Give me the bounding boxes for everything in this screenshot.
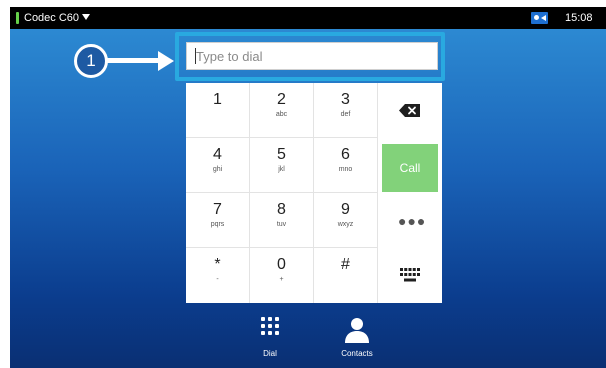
key-3[interactable]: 3 def	[314, 83, 378, 138]
key-2[interactable]: 2 abc	[250, 83, 314, 138]
key-letters: -	[216, 276, 219, 283]
key-star[interactable]: * -	[186, 248, 250, 303]
clock: 15:08	[565, 12, 593, 24]
key-letters: jkl	[278, 166, 285, 173]
key-6[interactable]: 6 mno	[314, 138, 378, 193]
call-button[interactable]: Call	[382, 144, 438, 192]
status-indicator	[16, 12, 19, 24]
backspace-icon	[399, 104, 420, 117]
tab-label: Contacts	[341, 349, 373, 358]
callout-arrow	[106, 58, 162, 63]
callout-arrow-head	[158, 51, 174, 71]
callout-badge: 1	[74, 44, 108, 78]
caret-down-icon[interactable]	[82, 14, 90, 20]
key-9[interactable]: 9 wxyz	[314, 193, 378, 248]
touch-panel-screen: Codec C60 15:08 1 1 2 abc 3 def 4 ghi 5 …	[10, 7, 606, 368]
key-digit: 0	[277, 256, 286, 273]
more-options-button[interactable]: ●●●	[378, 193, 442, 248]
key-8[interactable]: 8 tuv	[250, 193, 314, 248]
key-digit: 7	[213, 201, 222, 218]
status-bar: Codec C60 15:08	[10, 7, 606, 29]
keypad: 1 2 abc 3 def 4 ghi 5 jkl 6 mno 7 pqrs 8	[186, 83, 442, 303]
text-cursor	[195, 48, 196, 64]
key-digit: 8	[277, 201, 286, 218]
key-digit: 1	[213, 91, 222, 108]
key-digit: 3	[341, 91, 350, 108]
key-digit: 6	[341, 146, 350, 163]
key-letters: mno	[338, 166, 353, 173]
keyboard-icon	[400, 268, 420, 282]
person-icon	[345, 318, 369, 343]
camera-icon[interactable]	[531, 12, 548, 24]
key-digit: 4	[213, 146, 222, 163]
key-letters: def	[340, 111, 351, 118]
more-icon: ●●●	[398, 213, 427, 229]
key-letters: abc	[275, 111, 288, 118]
key-4[interactable]: 4 ghi	[186, 138, 250, 193]
key-1[interactable]: 1	[186, 83, 250, 138]
device-name[interactable]: Codec C60	[24, 12, 79, 24]
tab-label: Dial	[263, 349, 277, 358]
key-digit: #	[341, 256, 350, 273]
key-letters: tuv	[276, 221, 287, 228]
key-7[interactable]: 7 pqrs	[186, 193, 250, 248]
key-letters: ghi	[212, 166, 223, 173]
keyboard-toggle-button[interactable]	[378, 248, 442, 303]
key-digit: 9	[341, 201, 350, 218]
dial-input[interactable]	[186, 42, 438, 70]
key-hash[interactable]: #	[314, 248, 378, 303]
key-digit: *	[214, 256, 221, 273]
backspace-button[interactable]	[378, 83, 442, 138]
key-letters: wxyz	[337, 221, 354, 228]
key-digit: 5	[277, 146, 286, 163]
dial-grid-icon	[261, 317, 279, 335]
key-0[interactable]: 0 +	[250, 248, 314, 303]
key-digit: 2	[277, 91, 286, 108]
key-5[interactable]: 5 jkl	[250, 138, 314, 193]
key-letters: pqrs	[210, 221, 225, 228]
key-letters: +	[279, 276, 284, 283]
